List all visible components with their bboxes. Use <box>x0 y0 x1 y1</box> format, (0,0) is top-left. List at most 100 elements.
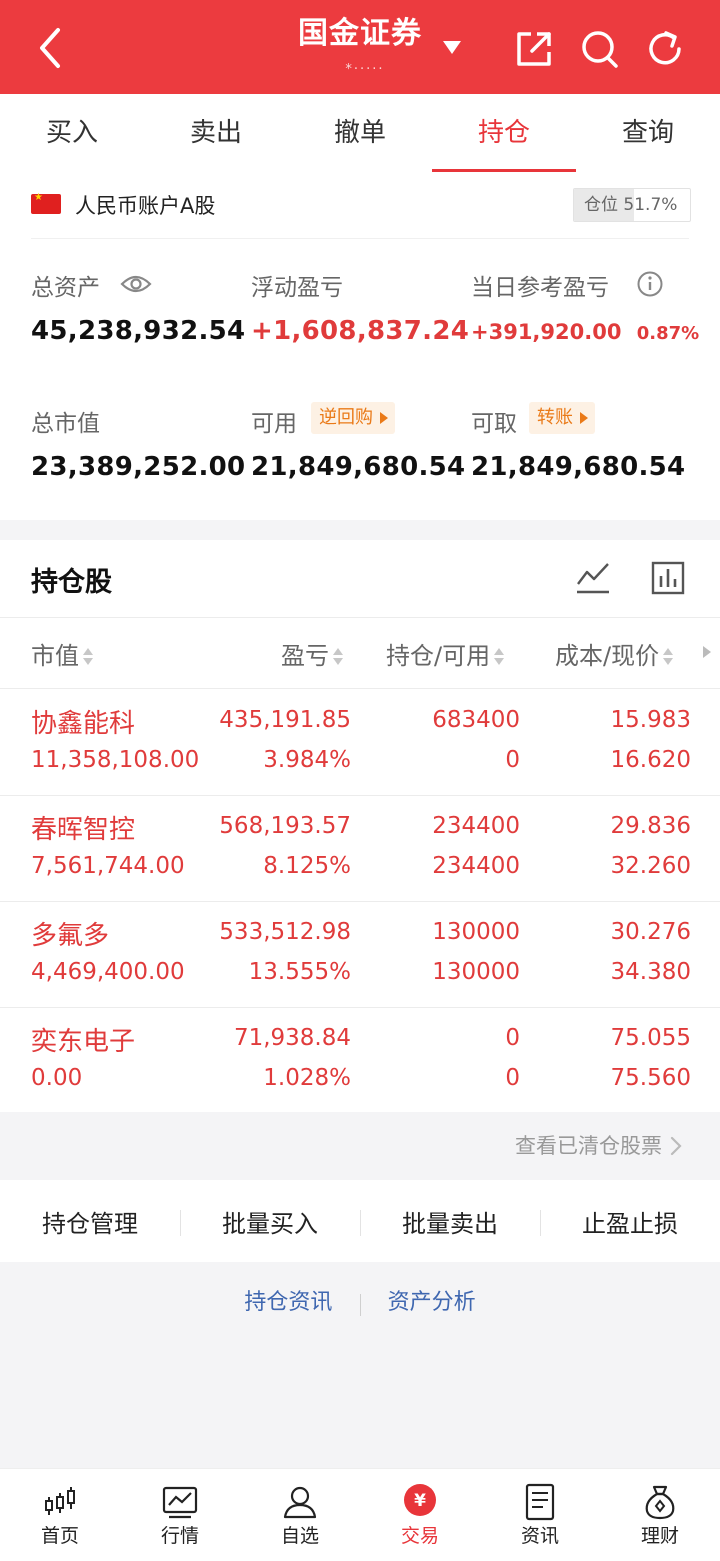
transfer-button[interactable]: 转账 <box>529 402 595 434</box>
info-links: 持仓资讯 资产分析 <box>0 1284 720 1328</box>
stock-price: 16.620 <box>610 747 691 773</box>
total-assets-value: 45,238,932.54 <box>31 316 246 346</box>
nav-watchlist[interactable]: 自选 <box>240 1469 360 1561</box>
scroll-right-icon[interactable] <box>703 646 711 658</box>
holdings-title: 持仓股 <box>31 567 112 598</box>
daily-pl-value: +391,920.00 <box>471 320 622 344</box>
withdrawable-label: 可取 <box>471 411 517 437</box>
stock-position: 0 <box>505 1025 520 1051</box>
stop-profit-loss-button[interactable]: 止盈止损 <box>540 1204 720 1239</box>
nav-wealth[interactable]: 理财 <box>600 1469 720 1561</box>
dropdown-caret-icon[interactable] <box>441 38 463 56</box>
stock-name: 协鑫能科 <box>31 709 136 739</box>
search-icon[interactable] <box>578 28 620 70</box>
nav-home[interactable]: 首页 <box>0 1469 120 1561</box>
nav-market[interactable]: 行情 <box>120 1469 240 1561</box>
stock-price: 34.380 <box>610 959 691 985</box>
nav-news[interactable]: 资讯 <box>480 1469 600 1561</box>
account-id-mask: *····· <box>345 62 385 77</box>
holding-row[interactable]: 多氟多 4,469,400.00 533,512.98 13.555% 1300… <box>0 901 720 1007</box>
nav-label: 理财 <box>640 1525 679 1547</box>
tab-holdings[interactable]: 持仓 <box>432 94 576 172</box>
refresh-icon[interactable] <box>644 28 686 70</box>
stock-pl-percent: 1.028% <box>263 1065 351 1091</box>
position-ratio-badge: 仓位 51.7% <box>573 188 691 222</box>
sort-icon <box>493 647 505 667</box>
stock-available: 0 <box>505 1065 520 1091</box>
stock-cost: 15.983 <box>610 707 691 733</box>
nav-label: 行情 <box>160 1525 199 1547</box>
money-bag-icon <box>645 1485 675 1520</box>
stock-pl: 435,191.85 <box>219 707 351 733</box>
app-root: 国金证券 *····· 买入 卖出 撤单 持仓 查询 人民币账户A股 仓位 <box>0 0 720 1561</box>
tab-query[interactable]: 查询 <box>576 94 720 172</box>
chevron-right-icon <box>670 1136 682 1156</box>
info-icon[interactable] <box>636 270 664 298</box>
available-label: 可用 <box>251 411 297 437</box>
stock-market-value: 11,358,108.00 <box>31 747 200 773</box>
holding-row[interactable]: 春晖智控 7,561,744.00 568,193.57 8.125% 2344… <box>0 795 720 901</box>
stock-pl: 533,512.98 <box>219 919 351 945</box>
svg-text:¥: ¥ <box>414 1491 426 1511</box>
stock-market-value: 4,469,400.00 <box>31 959 185 985</box>
holding-actions: 持仓管理 批量买入 批量卖出 止盈止损 <box>0 1180 720 1262</box>
account-type-label[interactable]: 人民币账户A股 <box>75 190 215 220</box>
china-flag-icon <box>31 192 61 214</box>
holdings-news-link[interactable]: 持仓资讯 <box>244 1290 332 1315</box>
candlestick-icon <box>45 1487 75 1515</box>
stock-price: 75.560 <box>610 1065 691 1091</box>
nav-label: 交易 <box>400 1525 439 1547</box>
top-bar: 国金证券 *····· <box>0 0 720 94</box>
eye-icon[interactable] <box>120 272 152 296</box>
col-header-cost-price[interactable]: 成本/现价 <box>555 636 674 671</box>
cleared-stocks-link[interactable]: 查看已清仓股票 <box>0 1112 720 1180</box>
transfer-label: 转账 <box>537 407 573 428</box>
batch-sell-button[interactable]: 批量卖出 <box>360 1204 540 1239</box>
manage-holdings-button[interactable]: 持仓管理 <box>0 1204 180 1239</box>
trade-tabs: 买入 卖出 撤单 持仓 查询 <box>0 94 720 173</box>
yuan-icon: ¥ <box>404 1484 436 1516</box>
cleared-stocks-label: 查看已清仓股票 <box>515 1134 662 1158</box>
stock-name: 春晖智控 <box>31 815 136 845</box>
bar-chart-icon[interactable] <box>650 560 686 596</box>
share-icon[interactable] <box>513 28 555 70</box>
nav-trade[interactable]: ¥ 交易 <box>360 1469 480 1561</box>
stock-cost: 75.055 <box>610 1025 691 1051</box>
market-value-label: 总市值 <box>31 411 100 437</box>
user-icon <box>283 1486 317 1519</box>
stock-cost: 29.836 <box>610 813 691 839</box>
col-header-pl[interactable]: 盈亏 <box>281 636 344 671</box>
stock-position: 130000 <box>432 919 520 945</box>
position-ratio-text: 仓位 51.7% <box>584 195 678 215</box>
stock-cost: 30.276 <box>610 919 691 945</box>
withdrawable-value: 21,849,680.54 <box>471 452 686 482</box>
reverse-repo-button[interactable]: 逆回购 <box>311 402 395 434</box>
tab-sell[interactable]: 卖出 <box>144 94 288 172</box>
available-value: 21,849,680.54 <box>251 452 466 482</box>
stock-available: 0 <box>505 747 520 773</box>
holding-row[interactable]: 奕东电子 0.00 71,938.84 1.028% 0 0 75.055 75… <box>0 1007 720 1113</box>
chart-icon <box>162 1486 198 1519</box>
sort-icon <box>82 647 94 667</box>
divider <box>359 1293 361 1316</box>
stock-pl-percent: 13.555% <box>248 959 351 985</box>
bottom-nav: 首页 行情 自选 ¥ 交易 资讯 理财 <box>0 1468 720 1561</box>
total-assets-label: 总资产 <box>31 275 100 301</box>
stock-market-value: 7,561,744.00 <box>31 853 185 879</box>
nav-label: 资讯 <box>520 1525 559 1547</box>
line-chart-icon[interactable] <box>575 560 611 596</box>
stock-position: 683400 <box>432 707 520 733</box>
asset-analysis-link[interactable]: 资产分析 <box>388 1290 476 1315</box>
stock-pl: 71,938.84 <box>233 1025 351 1051</box>
holding-row[interactable]: 协鑫能科 11,358,108.00 435,191.85 3.984% 683… <box>0 689 720 795</box>
stock-pl: 568,193.57 <box>219 813 351 839</box>
daily-pl-values: +391,920.00 0.87% <box>471 320 699 344</box>
col-header-position[interactable]: 持仓/可用 <box>386 636 505 671</box>
batch-buy-button[interactable]: 批量买入 <box>180 1204 360 1239</box>
tab-cancel[interactable]: 撤单 <box>288 94 432 172</box>
page-title[interactable]: 国金证券 <box>298 16 422 51</box>
col-header-market-value[interactable]: 市值 <box>31 636 94 671</box>
tab-buy[interactable]: 买入 <box>0 94 144 172</box>
arrow-right-icon <box>380 412 388 424</box>
stock-name: 奕东电子 <box>31 1027 136 1057</box>
